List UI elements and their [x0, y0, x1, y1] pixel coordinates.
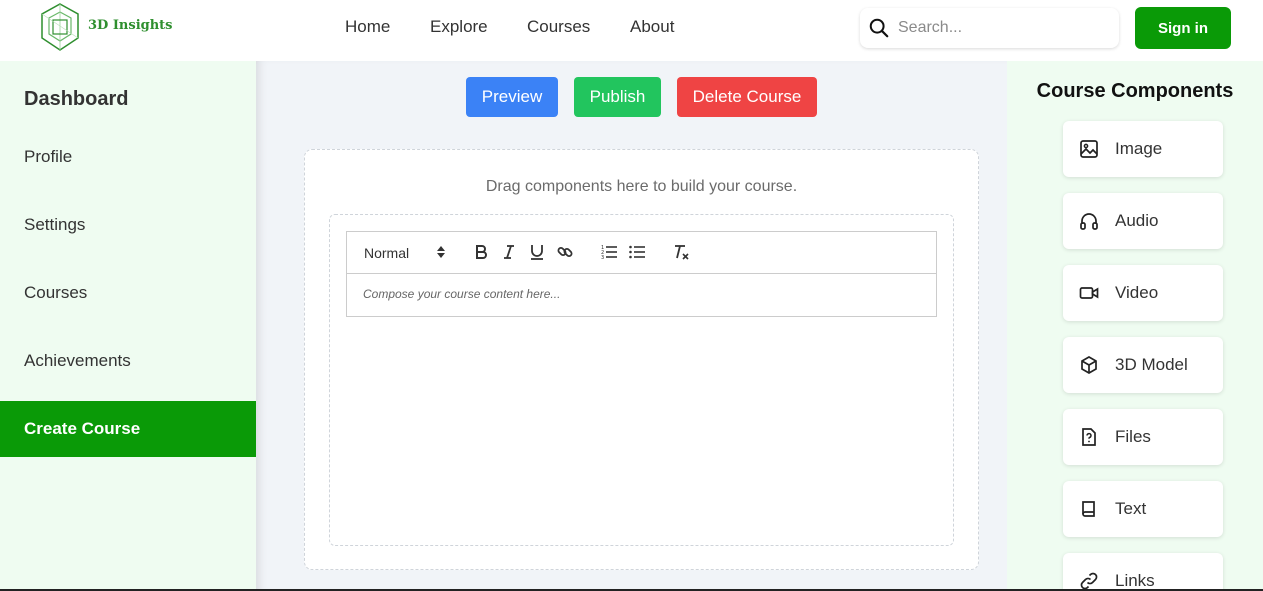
component-image[interactable]: Image	[1063, 121, 1223, 177]
component-label: 3D Model	[1115, 355, 1188, 374]
search-input[interactable]	[898, 14, 1110, 42]
cube-icon	[1081, 356, 1097, 374]
drop-zone[interactable]: Normal 1 2 3 Compose your course content…	[329, 214, 954, 546]
sidebar-item-profile[interactable]: Profile	[0, 129, 256, 185]
rich-text-editor: Normal 1 2 3 Compose your course content…	[346, 231, 937, 317]
components-panel: Course Components Image Audio Video 3D M…	[1007, 61, 1263, 591]
components-title: Course Components	[1036, 80, 1234, 102]
bullet-list-icon[interactable]	[628, 243, 646, 261]
sidebar-item-settings[interactable]: Settings	[0, 197, 256, 253]
video-camera-icon	[1079, 287, 1099, 299]
component-video[interactable]: Video	[1063, 265, 1223, 321]
component-label: Links	[1115, 571, 1155, 590]
image-icon	[1080, 140, 1098, 158]
search-icon	[869, 18, 889, 38]
clear-format-icon[interactable]	[672, 243, 690, 261]
link-icon[interactable]	[556, 243, 574, 261]
book-icon	[1082, 501, 1095, 517]
sidebar-item-achievements[interactable]: Achievements	[0, 333, 256, 389]
publish-button[interactable]: Publish	[574, 77, 661, 117]
bold-icon[interactable]	[472, 243, 490, 261]
italic-icon[interactable]	[500, 243, 518, 261]
nav-courses[interactable]: Courses	[527, 17, 590, 37]
component-audio[interactable]: Audio	[1063, 193, 1223, 249]
editor-content[interactable]: Compose your course content here...	[363, 287, 560, 301]
preview-button[interactable]: Preview	[466, 77, 558, 117]
component-files[interactable]: Files	[1063, 409, 1223, 465]
editor-toolbar: Normal 1 2 3	[347, 232, 936, 274]
underline-icon[interactable]	[528, 243, 546, 261]
component-links[interactable]: Links	[1063, 553, 1223, 591]
select-arrows-icon[interactable]	[436, 245, 446, 259]
sidebar-item-create-course[interactable]: Create Course	[0, 401, 256, 457]
nav-home[interactable]: Home	[345, 17, 390, 37]
sign-in-button[interactable]: Sign in	[1135, 7, 1231, 49]
ordered-list-icon[interactable]: 1 2 3	[600, 243, 618, 261]
component-label: Text	[1115, 499, 1147, 518]
link-icon	[1080, 572, 1098, 590]
component-3d-model[interactable]: 3D Model	[1063, 337, 1223, 393]
sidebar-title: Dashboard	[24, 88, 129, 110]
main-content: Preview Publish Delete Course Drag compo…	[256, 61, 1007, 591]
component-label: Image	[1115, 139, 1163, 158]
component-label: Video	[1115, 283, 1159, 302]
component-text[interactable]: Text	[1063, 481, 1223, 537]
sidebar-item-courses[interactable]: Courses	[0, 265, 256, 321]
file-question-icon	[1082, 428, 1096, 446]
course-canvas[interactable]: Drag components here to build your cours…	[304, 149, 979, 570]
canvas-hint: Drag components here to build your cours…	[485, 178, 798, 195]
nav-about[interactable]: About	[630, 17, 674, 37]
component-label: Files	[1115, 427, 1151, 446]
format-select[interactable]: Normal	[364, 245, 409, 261]
search-box	[860, 8, 1119, 48]
svg-text:3: 3	[601, 255, 604, 261]
sidebar: Dashboard Profile Settings Courses Achie…	[0, 61, 256, 591]
delete-course-button[interactable]: Delete Course	[677, 77, 817, 117]
nav-explore[interactable]: Explore	[430, 17, 488, 37]
headphones-icon	[1080, 213, 1098, 230]
top-header: 3D Insights Home Explore Courses About S…	[0, 0, 1263, 60]
component-label: Audio	[1115, 211, 1159, 230]
